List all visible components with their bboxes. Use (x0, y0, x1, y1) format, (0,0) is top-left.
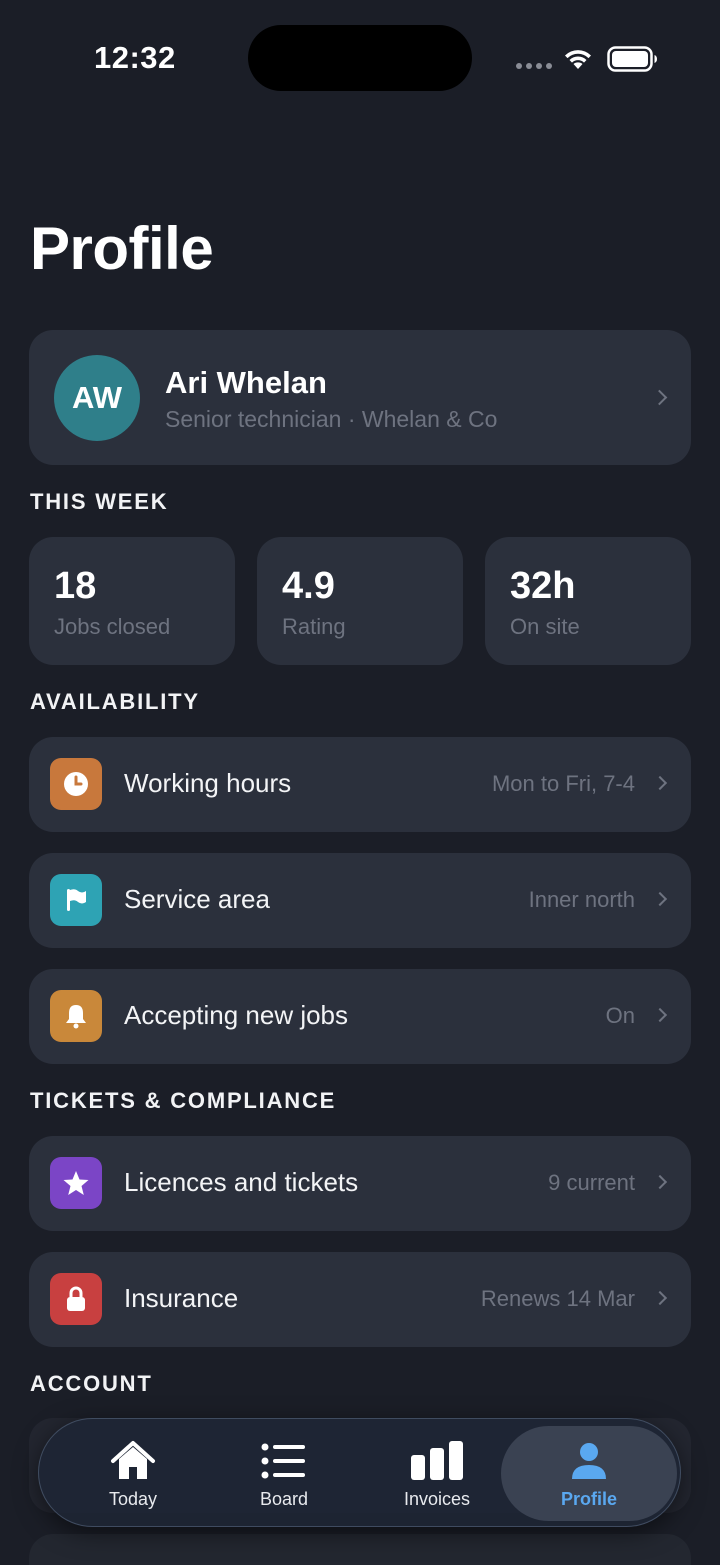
tab-profile[interactable]: Profile (501, 1426, 677, 1521)
flag-icon (50, 874, 102, 926)
page-title: Profile (30, 215, 214, 282)
stat-rating: 4.9 Rating (257, 537, 463, 665)
star-icon (50, 1157, 102, 1209)
chevron-right-icon (652, 775, 668, 791)
chevron-right-icon (652, 1290, 668, 1306)
stat-label: Jobs closed (54, 614, 171, 639)
tab-bar: Today Board Invoices Profile (38, 1418, 681, 1527)
section-this-week: THIS WEEK (30, 489, 169, 514)
bar-chart-icon (410, 1439, 464, 1483)
tab-label: Board (259, 1489, 309, 1509)
dynamic-island (248, 25, 472, 91)
stat-value: 18 (54, 565, 97, 607)
cellular-signal-icon (516, 63, 552, 69)
tab-today[interactable]: Today (57, 1419, 209, 1528)
chevron-right-icon (651, 389, 668, 406)
wifi-icon (565, 50, 591, 69)
row-accepting-new-jobs[interactable]: Accepting new jobs On (29, 969, 691, 1064)
clock-icon (50, 758, 102, 810)
row-value: Renews 14 Mar (480, 1286, 635, 1311)
stat-on-site: 32h On site (485, 537, 691, 665)
row-working-hours[interactable]: Working hours Mon to Fri, 7-4 (29, 737, 691, 832)
row-label: Accepting new jobs (124, 1000, 349, 1030)
tab-invoices[interactable]: Invoices (361, 1419, 513, 1528)
account-row-peek (29, 1534, 691, 1565)
chevron-right-icon (652, 1174, 668, 1190)
stat-value: 4.9 (282, 565, 335, 607)
stat-jobs-closed: 18 Jobs closed (29, 537, 235, 665)
row-label: Insurance (124, 1283, 239, 1313)
row-value: 9 current (548, 1170, 635, 1195)
chevron-right-icon (652, 1007, 668, 1023)
row-insurance[interactable]: Insurance Renews 14 Mar (29, 1252, 691, 1347)
profile-screen: 12:32 Profile AW Ari Whelan Senior techn… (0, 0, 720, 1565)
battery-icon (607, 46, 657, 72)
row-label: Service area (124, 884, 270, 914)
lock-icon (50, 1273, 102, 1325)
profile-name: Ari Whelan (165, 365, 327, 400)
section-tickets-compliance: TICKETS & COMPLIANCE (30, 1088, 337, 1113)
house-icon (109, 1439, 157, 1483)
tab-label: Profile (560, 1489, 617, 1509)
tab-label: Invoices (403, 1489, 471, 1509)
bell-icon (50, 990, 102, 1042)
chevron-right-icon (652, 891, 668, 907)
tab-board[interactable]: Board (208, 1419, 360, 1528)
row-service-area[interactable]: Service area Inner north (29, 853, 691, 948)
avatar: AW (54, 355, 140, 441)
row-label: Licences and tickets (124, 1167, 359, 1197)
row-value: Inner north (528, 887, 635, 912)
stat-label: On site (510, 614, 580, 639)
row-licences-tickets[interactable]: Licences and tickets 9 current (29, 1136, 691, 1231)
row-label: Working hours (124, 768, 292, 798)
tab-label: Today (108, 1489, 158, 1509)
profile-subtitle: Senior technician · Whelan & Co (165, 406, 498, 432)
list-icon (261, 1439, 307, 1483)
status-time: 12:32 (94, 40, 176, 75)
stat-value: 32h (510, 565, 576, 607)
row-value: Mon to Fri, 7-4 (491, 771, 635, 796)
row-value: On (605, 1003, 635, 1028)
section-account: ACCOUNT (30, 1371, 153, 1396)
person-icon (569, 1439, 609, 1483)
stat-label: Rating (282, 614, 346, 639)
profile-card[interactable]: AW Ari Whelan Senior technician · Whelan… (29, 330, 691, 465)
section-availability: AVAILABILITY (30, 689, 200, 714)
